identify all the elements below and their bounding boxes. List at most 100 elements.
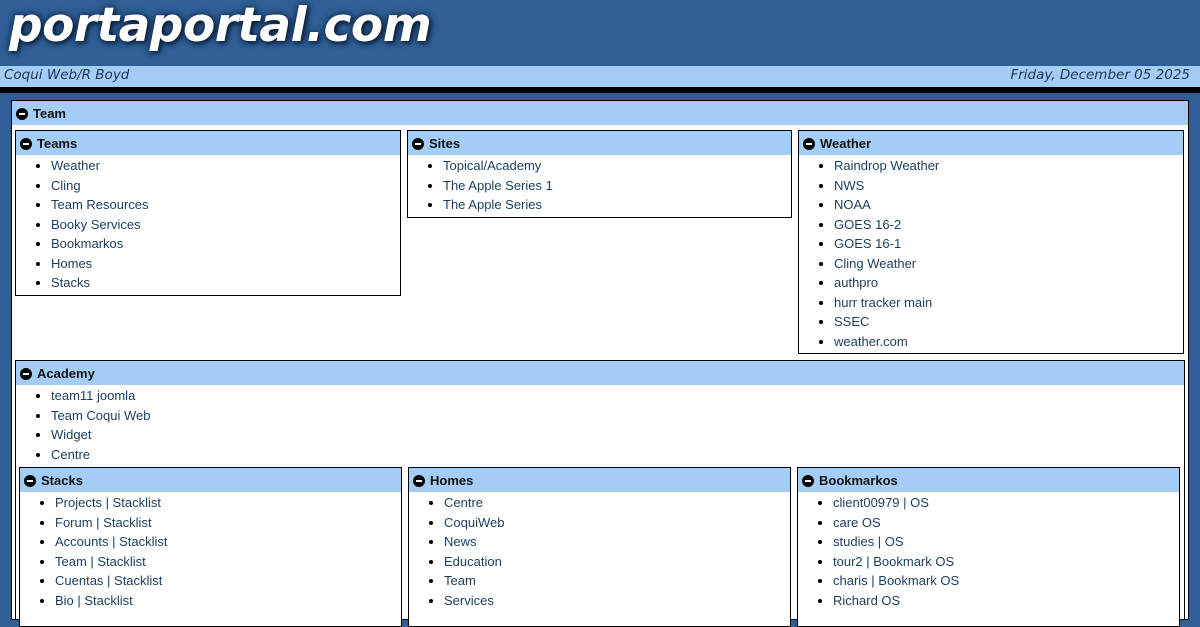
link[interactable]: Cling — [51, 178, 81, 193]
link[interactable]: Topical/Academy — [443, 158, 541, 173]
link-item: GOES 16-1 — [834, 234, 1183, 254]
link-item: client00979 | OS — [833, 493, 1179, 513]
sub-bar: Coqui Web/R Boyd Friday, December 05 202… — [0, 66, 1200, 87]
link-item: GOES 16-2 — [834, 215, 1183, 235]
link[interactable]: News — [444, 534, 477, 549]
link-item: Projects | Stacklist — [55, 493, 401, 513]
link[interactable]: authpro — [834, 275, 878, 290]
collapse-icon[interactable] — [20, 138, 32, 150]
link[interactable]: Bio | Stacklist — [55, 593, 133, 608]
link[interactable]: Stacks — [51, 275, 90, 290]
link[interactable]: weather.com — [834, 334, 908, 349]
link-item: Bookmarkos — [51, 234, 400, 254]
bookmarkos-panel-title: Bookmarkos — [819, 472, 898, 488]
link-item: team11 joomla — [51, 386, 1184, 406]
academy-panel-header: Academy — [16, 361, 1184, 385]
sites-panel-header: Sites — [408, 131, 791, 155]
site-logo[interactable]: portaportal.com — [9, 0, 432, 53]
teams-panel: Teams Weather Cling Team Resources Booky Se… — [15, 130, 401, 296]
link-item: Weather — [51, 156, 400, 176]
breadcrumb: Coqui Web/R Boyd — [4, 67, 130, 83]
link-item: NOAA — [834, 195, 1183, 215]
bookmarkos-panel-header: Bookmarkos — [798, 468, 1179, 492]
link-item: studies | OS — [833, 532, 1179, 552]
sites-panel-title: Sites — [429, 135, 461, 151]
link[interactable]: Accounts | Stacklist — [55, 534, 167, 549]
link-item: Topical/Academy — [443, 156, 791, 176]
link[interactable]: NOAA — [834, 197, 871, 212]
link-item: tour2 | Bookmark OS — [833, 552, 1179, 572]
link[interactable]: Team Coqui Web — [51, 408, 150, 423]
team-section-header: Team — [12, 101, 1188, 125]
link[interactable]: Raindrop Weather — [834, 158, 939, 173]
collapse-icon[interactable] — [412, 138, 424, 150]
link[interactable]: Richard OS — [833, 593, 900, 608]
link[interactable]: Forum | Stacklist — [55, 515, 152, 530]
collapse-icon[interactable] — [802, 475, 814, 487]
link[interactable]: GOES 16-1 — [834, 236, 901, 251]
link[interactable]: The Apple Series — [443, 197, 542, 212]
link[interactable]: Services — [444, 593, 494, 608]
stacks-panel: Stacks Projects | Stacklist Forum | Stack… — [19, 467, 402, 627]
link[interactable]: Centre — [51, 447, 90, 462]
link-item: Services — [444, 591, 790, 611]
link[interactable]: Team | Stacklist — [55, 554, 146, 569]
collapse-icon[interactable] — [20, 368, 32, 380]
team-section-title: Team — [33, 105, 66, 121]
link[interactable]: Cling Weather — [834, 256, 916, 271]
link[interactable]: Homes — [51, 256, 92, 271]
link[interactable]: Projects | Stacklist — [55, 495, 161, 510]
link-item: authpro — [834, 273, 1183, 293]
collapse-icon[interactable] — [803, 138, 815, 150]
link[interactable]: studies | OS — [833, 534, 904, 549]
link-item: CoquiWeb — [444, 513, 790, 533]
link[interactable]: Bookmarkos — [51, 236, 123, 251]
link[interactable]: hurr tracker main — [834, 295, 932, 310]
weather-link-list: Raindrop Weather NWS NOAA GOES 16-2 GOES 16-… — [799, 155, 1183, 351]
stacks-panel-header: Stacks — [20, 468, 401, 492]
link[interactable]: Centre — [444, 495, 483, 510]
link-item: Bio | Stacklist — [55, 591, 401, 611]
link[interactable]: CoquiWeb — [444, 515, 504, 530]
collapse-icon[interactable] — [24, 475, 36, 487]
link-item: Centre — [444, 493, 790, 513]
collapse-icon[interactable] — [413, 475, 425, 487]
link[interactable]: Education — [444, 554, 502, 569]
collapse-icon[interactable] — [16, 108, 28, 120]
link[interactable]: NWS — [834, 178, 864, 193]
link[interactable]: care OS — [833, 515, 881, 530]
link-item: NWS — [834, 176, 1183, 196]
sites-link-list: Topical/Academy The Apple Series 1 The App… — [408, 155, 791, 215]
link-item: News — [444, 532, 790, 552]
homes-panel: Homes Centre CoquiWeb News Education Team Ser… — [408, 467, 791, 627]
link-item: SSEC — [834, 312, 1183, 332]
link[interactable]: Weather — [51, 158, 100, 173]
academy-link-list: team11 joomla Team Coqui Web Widget Centre — [16, 385, 1184, 464]
link-item: Accounts | Stacklist — [55, 532, 401, 552]
link[interactable]: tour2 | Bookmark OS — [833, 554, 954, 569]
link[interactable]: client00979 | OS — [833, 495, 929, 510]
stacks-link-list: Projects | Stacklist Forum | Stacklist Acc… — [20, 492, 401, 610]
link[interactable]: The Apple Series 1 — [443, 178, 553, 193]
link-item: Booky Services — [51, 215, 400, 235]
link[interactable]: Booky Services — [51, 217, 141, 232]
bookmarkos-link-list: client00979 | OS care OS studies | OS tour2… — [798, 492, 1179, 610]
stacks-panel-title: Stacks — [41, 472, 83, 488]
link[interactable]: Team Resources — [51, 197, 149, 212]
link[interactable]: charis | Bookmark OS — [833, 573, 959, 588]
weather-panel-title: Weather — [820, 135, 872, 151]
link-item: care OS — [833, 513, 1179, 533]
teams-panel-title: Teams — [37, 135, 78, 151]
link-item: Cuentas | Stacklist — [55, 571, 401, 591]
current-date: Friday, December 05 2025 — [1010, 67, 1190, 83]
link[interactable]: team11 joomla — [51, 388, 135, 403]
link[interactable]: SSEC — [834, 314, 869, 329]
link-item: weather.com — [834, 332, 1183, 352]
link[interactable]: Widget — [51, 427, 91, 442]
link-item: The Apple Series — [443, 195, 791, 215]
link[interactable]: GOES 16-2 — [834, 217, 901, 232]
link-item: Homes — [51, 254, 400, 274]
link[interactable]: Team — [444, 573, 476, 588]
academy-panel-title: Academy — [37, 365, 95, 381]
link[interactable]: Cuentas | Stacklist — [55, 573, 162, 588]
